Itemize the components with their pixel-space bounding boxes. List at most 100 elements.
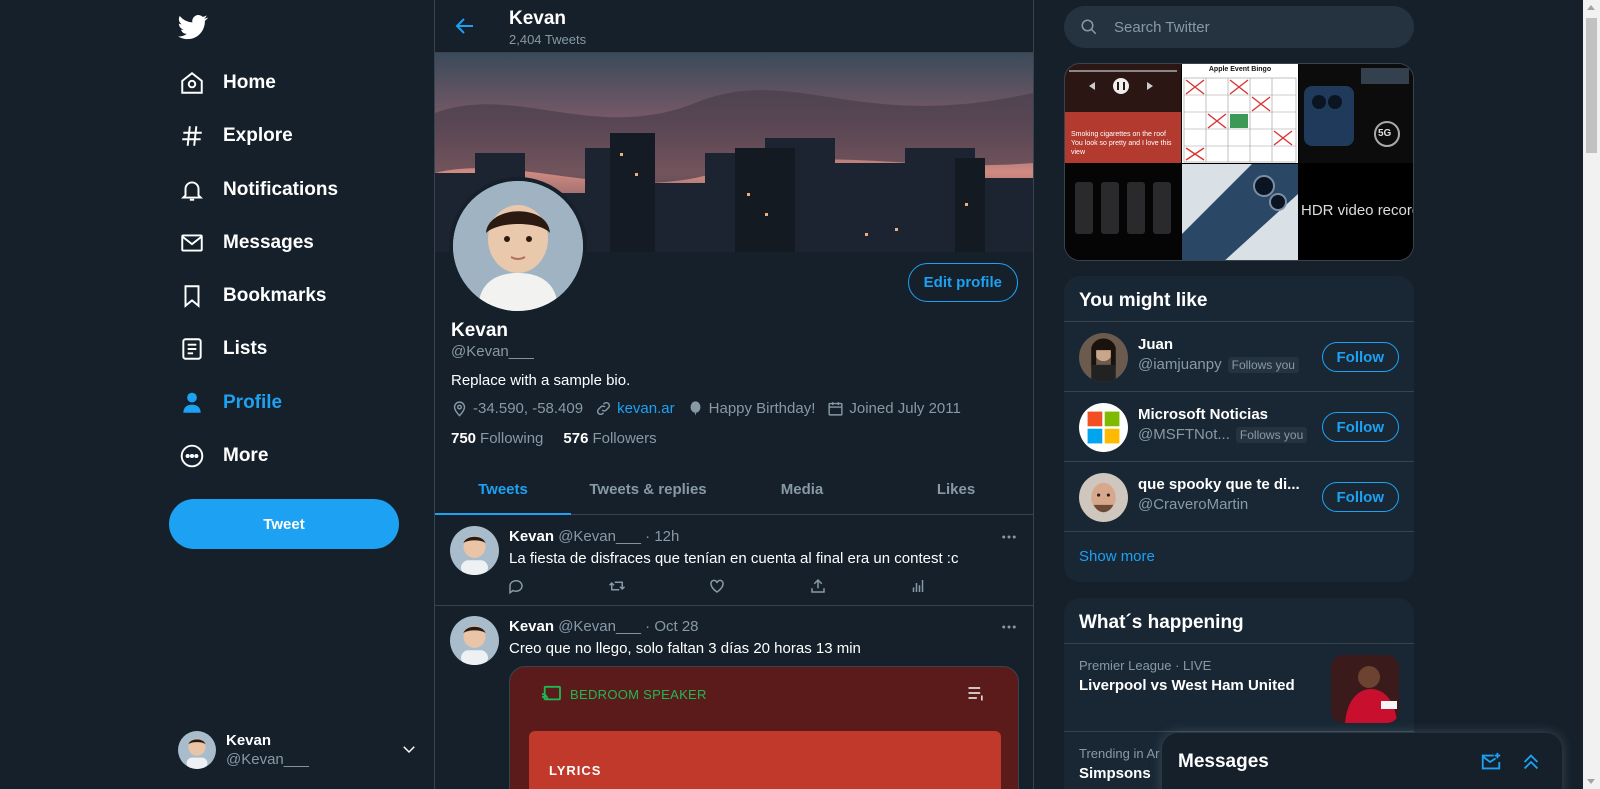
tab-likes[interactable]: Likes [879, 464, 1033, 514]
suggested-user-name[interactable]: que spooky que te di... [1138, 476, 1300, 493]
tweet-media-card[interactable]: BEDROOM SPEAKER LYRICS [509, 666, 1019, 789]
followers-link[interactable]: 576 Followers [563, 430, 656, 447]
follow-button[interactable]: Follow [1321, 482, 1399, 512]
follow-button[interactable]: Follow [1321, 342, 1399, 372]
tweet-author-handle: @Kevan___ [558, 528, 641, 545]
nav-explore[interactable]: Explore [178, 114, 293, 158]
avatar[interactable] [1079, 473, 1128, 522]
edit-profile-button[interactable]: Edit profile [907, 263, 1018, 302]
share-icon[interactable] [809, 577, 827, 595]
nav-lists[interactable]: Lists [178, 327, 267, 371]
profile-timeline: Kevan 2,404 Tweets Edit profile Kevan @K… [434, 0, 1034, 789]
more-dots-icon[interactable] [1000, 618, 1018, 636]
profile-website-link[interactable]: kevan.ar [617, 400, 675, 417]
nav-explore-label: Explore [223, 125, 293, 146]
tweet-time[interactable]: · Oct 28 [645, 618, 698, 635]
back-arrow-icon[interactable] [453, 14, 477, 38]
profile-header-bar: Kevan 2,404 Tweets [435, 0, 1033, 53]
suggested-user-handle: @MSFTNot... [1138, 426, 1230, 443]
scroll-up-arrow-icon[interactable] [1587, 5, 1595, 10]
nav-home[interactable]: Home [178, 61, 276, 105]
suggested-user-name[interactable]: Microsoft Noticias [1138, 406, 1268, 423]
chevron-double-up-icon[interactable] [1520, 751, 1542, 773]
nav-profile[interactable]: Profile [178, 381, 282, 425]
follow-button[interactable]: Follow [1321, 412, 1399, 442]
tweet-text: Creo que no llego, solo faltan 3 días 20… [509, 640, 861, 657]
lyrics-panel: LYRICS [529, 731, 1001, 789]
suggested-user[interactable]: que spooky que te di... @CraveroMartin F… [1064, 462, 1414, 532]
tab-media[interactable]: Media [725, 464, 879, 514]
nav-notifications[interactable]: Notifications [178, 168, 338, 212]
show-more-link[interactable]: Show more [1064, 532, 1414, 582]
balloon-icon [687, 400, 709, 417]
tweet-time[interactable]: · 12h [645, 528, 679, 545]
list-icon [178, 335, 206, 363]
profile-meta: -34.590, -58.409 kevan.ar Happy Birthday… [451, 400, 973, 417]
tweet[interactable]: Kevan @Kevan___ · 12h La fiesta de disfr… [435, 516, 1033, 606]
trend-image [1331, 655, 1399, 723]
panel-title: What´s happening [1064, 598, 1414, 644]
media-thumb-bingo[interactable]: Apple Event Bingo [1182, 64, 1298, 163]
twitter-bird-icon[interactable] [178, 12, 210, 44]
nav-more[interactable]: More [178, 434, 268, 478]
left-nav: Home Explore Notifications Messages Book… [0, 0, 434, 789]
media-caption: 5G [1378, 128, 1392, 139]
tweet-author-name[interactable]: Kevan [509, 618, 554, 635]
avatar[interactable] [1079, 403, 1128, 452]
scrollbar-thumb[interactable] [1586, 18, 1597, 153]
reply-icon[interactable] [507, 577, 525, 595]
tweet-button[interactable]: Tweet [169, 499, 399, 549]
search-bar[interactable] [1064, 6, 1414, 48]
tweet-author-handle: @Kevan___ [558, 618, 641, 635]
tab-tweets-replies[interactable]: Tweets & replies [571, 464, 725, 514]
like-heart-icon[interactable] [708, 577, 726, 595]
follows-you-badge: Follows you [1235, 426, 1308, 443]
avatar[interactable] [1079, 333, 1128, 382]
suggested-user-name[interactable]: Juan [1138, 336, 1173, 353]
following-link[interactable]: 750 Following [451, 430, 543, 447]
media-thumb-hdr[interactable]: HDR video recordin [1299, 164, 1413, 260]
media-thumb-iphone[interactable]: 5G [1299, 64, 1413, 163]
suggested-user-handle: @CraveroMartin [1138, 496, 1249, 513]
new-message-icon[interactable] [1480, 751, 1502, 773]
trend-context: Trending in Ar [1079, 746, 1160, 761]
avatar[interactable] [450, 526, 499, 575]
profile-tabs: Tweets Tweets & replies Media Likes [435, 464, 1033, 515]
avatar[interactable] [450, 616, 499, 665]
nav-messages[interactable]: Messages [178, 221, 314, 265]
search-input[interactable] [1114, 18, 1374, 36]
nav-more-label: More [223, 445, 269, 466]
trend-context: Premier League · LIVE [1079, 658, 1212, 673]
nav-bookmarks-label: Bookmarks [223, 285, 327, 306]
trend-item[interactable]: Premier League · LIVE Liverpool vs West … [1064, 644, 1414, 732]
nav-notifications-label: Notifications [223, 179, 339, 200]
account-switcher[interactable]: Kevan @Kevan___ [178, 728, 418, 772]
follows-you-badge: Follows you [1227, 356, 1299, 373]
speaker-label: BEDROOM SPEAKER [570, 686, 707, 702]
suggested-user[interactable]: Microsoft Noticias @MSFTNot... Follows yo… [1064, 392, 1414, 462]
more-dots-icon[interactable] [1000, 528, 1018, 546]
person-icon [178, 389, 206, 417]
tweet-author-name[interactable]: Kevan [509, 528, 554, 545]
profile-avatar[interactable] [449, 177, 587, 315]
analytics-icon[interactable] [909, 577, 927, 595]
media-thumb-lineup[interactable] [1065, 164, 1181, 260]
queue-icon [966, 683, 986, 703]
messages-drawer[interactable]: Messages [1162, 733, 1562, 789]
avatar [178, 731, 216, 769]
retweet-icon[interactable] [608, 577, 626, 595]
nav-messages-label: Messages [223, 232, 314, 253]
page-scrollbar[interactable] [1583, 0, 1600, 789]
media-thumb-iphone-closeup[interactable] [1182, 164, 1298, 260]
media-grid: Smoking cigarettes on the roof You look … [1064, 63, 1414, 261]
calendar-icon [827, 400, 849, 417]
suggested-user[interactable]: Juan @iamjuanpy Follows you Follow [1064, 322, 1414, 392]
scroll-down-arrow-icon[interactable] [1587, 779, 1595, 784]
link-icon [595, 400, 617, 417]
location-pin-icon [451, 400, 473, 417]
profile-name: Kevan [451, 320, 509, 341]
nav-bookmarks[interactable]: Bookmarks [178, 274, 327, 318]
media-thumb-music[interactable]: Smoking cigarettes on the roof You look … [1065, 64, 1181, 163]
tab-tweets[interactable]: Tweets [435, 464, 571, 515]
chevron-down-icon [400, 740, 418, 758]
